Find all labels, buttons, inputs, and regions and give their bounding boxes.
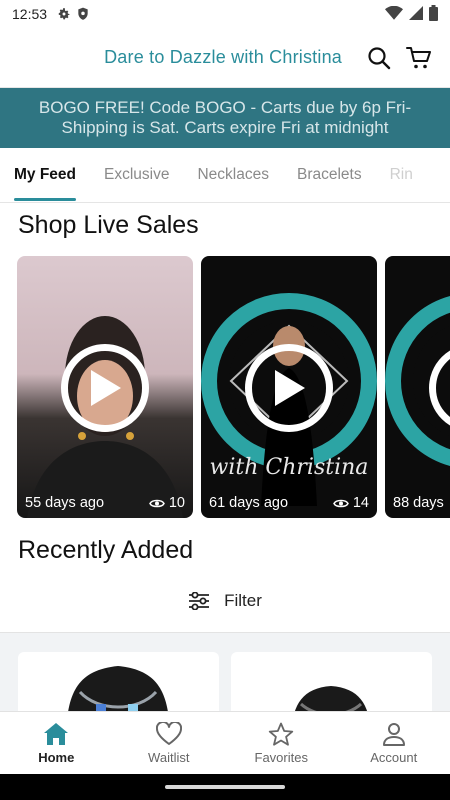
card-meta: 61 days ago 14: [209, 495, 369, 511]
nav-waitlist-label: Waitlist: [148, 749, 190, 765]
battery-icon: [429, 4, 438, 24]
nav-home-label: Home: [38, 749, 75, 765]
cellular-icon: [409, 5, 423, 23]
card-age: 61 days ago: [209, 495, 289, 511]
nav-favorites[interactable]: Favorites: [225, 712, 338, 774]
category-tabs: My Feed Exclusive Necklaces Bracelets Ri…: [0, 148, 450, 203]
gear-icon: [57, 7, 71, 21]
filter-button[interactable]: Filter: [0, 586, 450, 616]
nav-account[interactable]: Account: [338, 712, 450, 774]
tab-rings[interactable]: Rin: [376, 148, 427, 202]
card-view-count: 14: [352, 495, 369, 511]
filter-label: Filter: [224, 591, 262, 610]
promo-line-1: BOGO FREE! Code BOGO - Carts due by 6p F…: [38, 98, 412, 117]
shield-icon: [77, 7, 89, 21]
cart-button[interactable]: [402, 41, 436, 75]
live-card[interactable]: with Christina 61 days ago 14: [201, 256, 377, 518]
tab-my-feed[interactable]: My Feed: [0, 148, 90, 202]
app-title: Dare to Dazzle with Christina: [104, 47, 342, 67]
live-sales-title: Shop Live Sales: [18, 211, 199, 239]
search-button[interactable]: [362, 41, 396, 75]
nav-account-label: Account: [370, 749, 418, 765]
eye-icon: [333, 499, 349, 507]
nav-waitlist[interactable]: Waitlist: [113, 712, 226, 774]
nav-favorites-label: Favorites: [254, 749, 308, 765]
promo-line-2: Shipping is Sat. Carts expire Fri at mid…: [61, 118, 389, 137]
card-meta: 55 days ago 10: [25, 495, 185, 511]
home-icon: [44, 722, 69, 745]
live-sales-carousel[interactable]: 55 days ago 10 with Christina 61 days ag…: [17, 256, 450, 518]
eye-icon: [149, 499, 165, 507]
card-views: 14: [333, 495, 369, 511]
live-card[interactable]: 88 days: [385, 256, 450, 518]
star-icon: [269, 722, 294, 746]
status-bar: 12:53: [0, 0, 450, 28]
person-icon: [382, 722, 405, 746]
tab-necklaces[interactable]: Necklaces: [183, 148, 283, 202]
card-view-count: 10: [168, 495, 185, 511]
play-button[interactable]: [61, 344, 149, 432]
card-meta: 88 days: [393, 495, 450, 511]
nav-home[interactable]: Home: [0, 712, 113, 774]
card-overlay-text: with Christina: [210, 455, 369, 480]
heart-icon: [155, 721, 182, 745]
status-time: 12:53: [12, 6, 48, 22]
tab-exclusive[interactable]: Exclusive: [90, 148, 183, 202]
live-card[interactable]: 55 days ago 10: [17, 256, 193, 518]
wifi-icon: [385, 5, 403, 23]
play-button[interactable]: [245, 344, 333, 432]
card-views: 10: [149, 495, 185, 511]
play-icon: [91, 370, 121, 406]
sliders-icon: [189, 592, 210, 610]
app-header: Dare to Dazzle with Christina: [0, 28, 450, 88]
card-age: 88 days: [393, 495, 444, 511]
recently-added-title: Recently Added: [18, 536, 194, 564]
play-icon: [275, 370, 305, 406]
cart-icon: [406, 46, 431, 68]
search-icon: [368, 46, 391, 69]
promo-banner[interactable]: BOGO FREE! Code BOGO - Carts due by 6p F…: [0, 88, 450, 148]
tab-bracelets[interactable]: Bracelets: [283, 148, 376, 202]
system-gesture-bar: [0, 774, 450, 800]
card-age: 55 days ago: [25, 495, 105, 511]
home-gesture-handle[interactable]: [165, 785, 285, 789]
bottom-nav: Home Waitlist Favorites Account: [0, 711, 450, 774]
